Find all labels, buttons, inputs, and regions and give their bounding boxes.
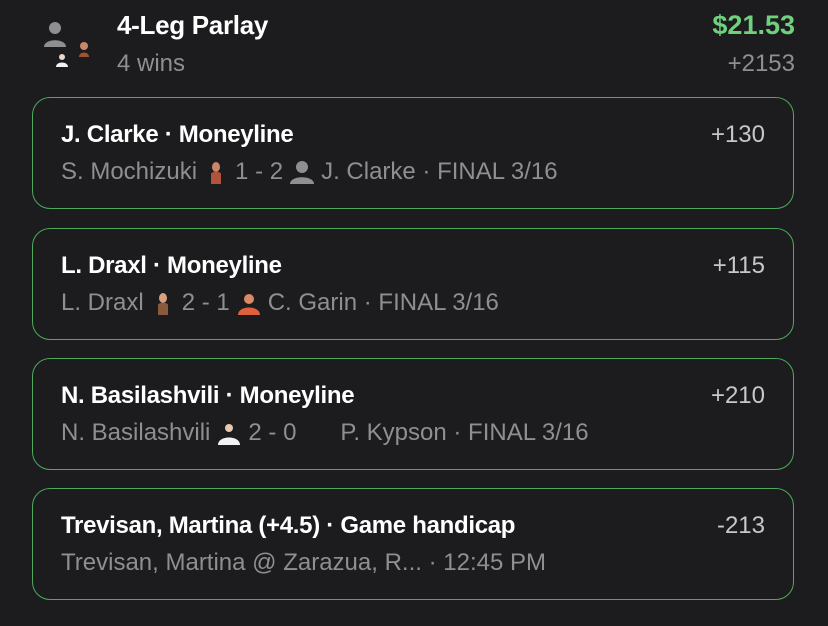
match-score: 2 - 1 [181,289,230,316]
player-avatar-icon [211,162,222,184]
parlay-leg-card[interactable]: J. Clarke · Moneyline +130 S. Mochizuki … [32,97,794,209]
player2-status: C. Garin · FINAL 3/16 [267,289,499,316]
parlay-leg-card[interactable]: L. Draxl · Moneyline +115 L. Draxl 2 - 1… [32,228,794,340]
parlay-avatars [38,14,98,70]
silhouette-avatar-icon [290,161,315,184]
leg-title: L. Draxl · Moneyline [61,252,282,279]
player-avatar-icon [79,42,89,57]
leg-detail: L. Draxl 2 - 1 C. Garin · FINAL 3/16 [61,289,499,317]
leg-odds: -213 [716,512,765,539]
leg-title: J. Clarke · Moneyline [61,121,294,148]
payout-amount: $21.53 [712,10,795,40]
player-avatar-icon [218,424,241,445]
player1-name: S. Mochizuki [61,158,198,185]
parlay-odds: +2153 [727,50,795,77]
match-score: 1 - 2 [235,158,284,185]
leg-title: Trevisan, Martina (+4.5) · Game handicap [61,512,516,539]
leg-odds: +115 [712,252,765,279]
parlay-title: 4-Leg Parlay [117,10,269,40]
parlay-leg-card[interactable]: N. Basilashvili · Moneyline +210 N. Basi… [32,358,794,470]
leg-title: N. Basilashvili · Moneyline [61,382,355,409]
leg-odds: +130 [710,121,765,148]
parlay-leg-card[interactable]: Trevisan, Martina (+4.5) · Game handicap… [32,488,794,600]
match-score: 2 - 0 [248,419,297,446]
matchup-time: Trevisan, Martina @ Zarazua, R... · 12:4… [61,549,546,576]
player1-name: L. Draxl [61,289,144,316]
player2-status: J. Clarke · FINAL 3/16 [321,158,558,185]
player-avatar-icon [157,293,168,315]
player-avatar-icon [56,54,68,67]
leg-detail: S. Mochizuki 1 - 2 J. Clarke · FINAL 3/1… [61,158,558,186]
player-avatar-icon [237,294,260,315]
silhouette-avatar-icon [44,22,66,47]
player2-status: P. Kypson · FINAL 3/16 [340,419,589,446]
parlay-header[interactable]: 4-Leg Parlay 4 wins $21.53 +2153 [0,0,828,96]
leg-odds: +210 [710,382,765,409]
parlay-result: 4 wins [117,50,186,77]
player1-name: N. Basilashvili [61,419,211,446]
leg-detail: Trevisan, Martina @ Zarazua, R... · 12:4… [61,549,546,577]
leg-detail: N. Basilashvili 2 - 0 P. Kypson · FINAL … [61,419,589,447]
